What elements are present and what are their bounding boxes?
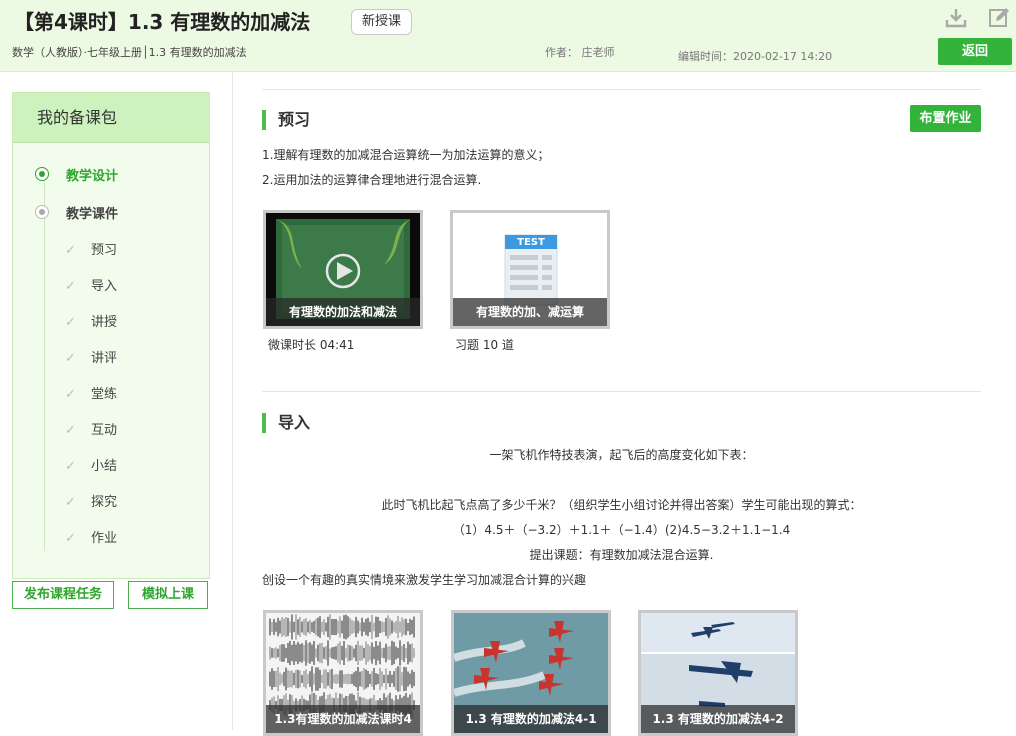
sidebar-item-review[interactable]: ✓ 讲评: [65, 347, 117, 367]
intro-formula: （1）4.5＋（−3.2）＋1.1＋（−1.4）(2)4.5−3.2＋1.1−1…: [452, 523, 791, 537]
check-icon: ✓: [65, 315, 76, 330]
simulate-class-button[interactable]: 模拟上课: [128, 581, 208, 609]
intro-line-2: 此时飞机比起飞点高了多少千米？（组织学生小组讨论并得出答案）学生可能出现的算式：: [381, 498, 862, 512]
sidebar: 我的备课包 教学设计 教学课件 ✓ 预习 ✓ 导入 ✓ 讲授 ✓ 讲评 ✓ 堂练 ✓ 互动 …: [12, 92, 210, 579]
section-title-preview: 预习: [262, 110, 310, 130]
courseware-card[interactable]: 1.3 有理数的加减法4-2: [638, 610, 798, 736]
section-title-intro: 导入: [262, 413, 310, 433]
content-divider: [232, 72, 233, 730]
video-card[interactable]: 有理数的加法和减法: [263, 210, 423, 329]
card-caption: 1.3有理数的加减法课时4: [266, 705, 420, 733]
sidebar-section-courseware[interactable]: 教学课件: [66, 203, 118, 222]
edit-time: 编辑时间：2020-02-17 14:20: [678, 50, 833, 63]
sidebar-title: 我的备课包: [13, 93, 209, 143]
timeline-line: [44, 173, 45, 551]
sidebar-item-intro[interactable]: ✓ 导入: [65, 275, 117, 295]
lesson-type-badge: 新授课: [351, 9, 413, 35]
courseware-card[interactable]: 1.3 有理数的加减法4-1: [451, 610, 611, 736]
page-header: 【第4课时】1.3 有理数的加减法 新授课 数学（人教版）·七年级上册│1.3 …: [0, 0, 1016, 72]
divider: [262, 391, 981, 392]
intro-topic: 提出课题：有理数加减法混合运算.: [529, 548, 714, 562]
active-node-icon: [35, 167, 49, 181]
author-info: 作者： 庄老师: [545, 46, 615, 59]
intro-line-5: 创设一个有趣的真实情境来激发学生学习加减混合计算的兴趣: [262, 573, 587, 587]
page-title: 【第4课时】1.3 有理数的加减法: [14, 10, 311, 34]
sidebar-section-teaching-design[interactable]: 教学设计: [66, 165, 118, 184]
card-caption: 1.3 有理数的加减法4-2: [641, 705, 795, 733]
download-icon[interactable]: [944, 6, 968, 30]
sidebar-item-summary[interactable]: ✓ 小结: [65, 455, 117, 475]
courseware-card[interactable]: 1.3有理数的加减法课时4: [263, 610, 423, 736]
back-button[interactable]: 返回: [938, 38, 1012, 65]
check-icon: ✓: [65, 243, 76, 258]
breadcrumb: 数学（人教版）·七年级上册│1.3 有理数的加减法: [12, 46, 247, 59]
sidebar-item-practice[interactable]: ✓ 堂练: [65, 383, 117, 403]
check-icon: ✓: [65, 495, 76, 510]
edit-icon[interactable]: [987, 6, 1011, 30]
card-caption: 有理数的加、减运算: [453, 298, 607, 326]
sidebar-item-preview[interactable]: ✓ 预习: [65, 239, 117, 259]
intro-line-1: 一架飞机作特技表演，起飞后的高度变化如下表：: [489, 448, 754, 462]
assign-homework-button[interactable]: 布置作业: [910, 105, 981, 132]
card-caption: 有理数的加法和减法: [266, 298, 420, 326]
check-icon: ✓: [65, 351, 76, 366]
divider: [262, 89, 981, 90]
preview-line-1: 1.理解有理数的加减混合运算统一为加法运算的意义；: [262, 148, 550, 162]
exercise-count: 习题 10 道: [455, 338, 514, 352]
check-icon: ✓: [65, 423, 76, 438]
sidebar-item-lecture[interactable]: ✓ 讲授: [65, 311, 117, 331]
check-icon: ✓: [65, 387, 76, 402]
check-icon: ✓: [65, 279, 76, 294]
preview-line-2: 2.运用加法的运算律合理地进行混合运算.: [262, 173, 482, 187]
test-label: TEST: [517, 237, 545, 248]
sidebar-item-homework[interactable]: ✓ 作业: [65, 527, 117, 547]
sidebar-item-explore[interactable]: ✓ 探究: [65, 491, 117, 511]
node-icon: [35, 205, 49, 219]
exercise-card[interactable]: TEST 有理数的加、减运算: [450, 210, 610, 329]
video-duration: 微课时长 04:41: [268, 338, 355, 352]
sidebar-item-interaction[interactable]: ✓ 互动: [65, 419, 117, 439]
card-caption: 1.3 有理数的加减法4-1: [454, 705, 608, 733]
publish-task-button[interactable]: 发布课程任务: [12, 581, 114, 609]
check-icon: ✓: [65, 459, 76, 474]
check-icon: ✓: [65, 531, 76, 546]
